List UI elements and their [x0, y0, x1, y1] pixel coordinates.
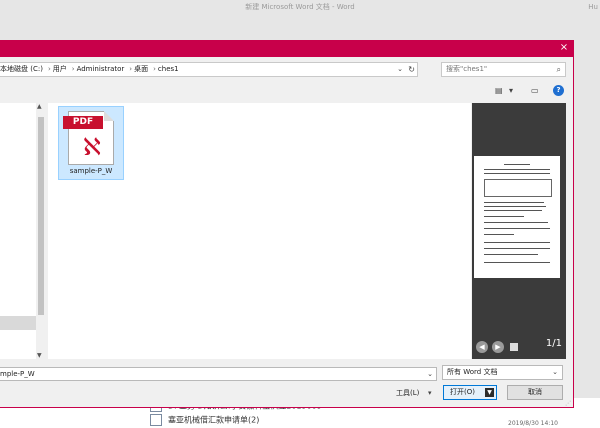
scroll-up-icon[interactable]: ▲ [37, 103, 42, 110]
chevron-down-icon[interactable]: ⌄ [427, 368, 433, 380]
resize-grip-icon[interactable]: ⋰ [565, 400, 571, 407]
cancel-button[interactable]: 取消 [507, 385, 563, 400]
page-counter: 1/1 [545, 338, 562, 349]
navigation-scrollbar[interactable]: ▲ ▼ [36, 103, 46, 359]
close-button[interactable]: × [558, 42, 570, 54]
preview-pane-icon[interactable]: ▭ [531, 85, 539, 97]
recent-document-date: 2019/8/30 14:10 [508, 420, 558, 427]
search-placeholder: 搜索"ches1" [446, 65, 488, 73]
file-name: sample-P_W [69, 167, 113, 175]
chevron-down-icon[interactable]: ⌄ [397, 63, 403, 76]
filename-input[interactable]: mple-P_W ⌄ [0, 367, 437, 381]
tools-dropdown-icon[interactable]: ▾ [428, 387, 432, 399]
search-input[interactable]: 搜索"ches1" ⌕ [441, 62, 566, 77]
chevron-right-icon[interactable]: › [72, 65, 75, 73]
open-button[interactable]: 打开(O) ▼ [443, 385, 497, 400]
open-split-dropdown-icon[interactable]: ▼ [485, 388, 494, 397]
tools-button[interactable]: 工具(L) [396, 387, 419, 399]
preview-pane: ◀ ▶ 1/1 [472, 103, 566, 359]
breadcrumb: 本地磁盘 (C:) › 用户 › Administrator › 桌面 › ches1 [0, 63, 181, 76]
pdf-badge: PDF [63, 116, 103, 129]
chevron-down-icon[interactable]: ▾ [509, 85, 513, 97]
breadcrumb-ches1[interactable]: ches1 [158, 65, 179, 73]
filename-value: mple-P_W [0, 370, 35, 378]
document-icon [150, 414, 162, 426]
next-page-icon[interactable]: ▶ [492, 341, 504, 353]
acrobat-logo-icon: ℵ [83, 133, 101, 161]
chevron-right-icon[interactable]: › [48, 65, 51, 73]
filetype-value: 所有 Word 文档 [447, 368, 498, 376]
view-options-icon[interactable]: ▤ [495, 85, 503, 97]
refresh-icon[interactable]: ↻ [408, 63, 415, 76]
search-icon[interactable]: ⌕ [557, 63, 561, 76]
recent-document-item[interactable]: 塞亚机械借汇款申请单(2) [150, 414, 259, 426]
chevron-down-icon: ⌄ [552, 368, 558, 376]
navigation-selected-item[interactable] [0, 316, 36, 330]
account-user[interactable]: Hu [588, 0, 598, 14]
breadcrumb-administrator[interactable]: Administrator [77, 65, 125, 73]
open-label: 打开(O) [450, 388, 475, 396]
chevron-right-icon[interactable]: › [129, 65, 132, 73]
scroll-down-icon[interactable]: ▼ [37, 352, 42, 359]
file-item[interactable]: PDF ℵ sample-P_W [58, 106, 124, 180]
pdf-file-icon: PDF ℵ [63, 111, 114, 165]
breadcrumb-desktop[interactable]: 桌面 [134, 65, 148, 73]
dialog-titlebar[interactable]: × [0, 40, 574, 57]
close-icon: × [559, 42, 569, 53]
previous-page-icon[interactable]: ◀ [476, 341, 488, 353]
breadcrumb-users[interactable]: 用户 [53, 65, 67, 73]
preview-page-thumbnail [474, 156, 560, 278]
address-bar[interactable]: 本地磁盘 (C:) › 用户 › Administrator › 桌面 › ches1 ⌄ ↻ [0, 62, 418, 77]
page-icon[interactable] [510, 343, 518, 351]
open-file-dialog: × 本地磁盘 (C:) › 用户 › Administrator › 桌面 › ches1 ⌄ … [0, 40, 574, 408]
filetype-select[interactable]: 所有 Word 文档 ⌄ [442, 365, 563, 380]
app-title: 新建 Microsoft Word 文档 - Word [245, 3, 355, 11]
scrollbar-thumb[interactable] [38, 117, 44, 315]
breadcrumb-drive[interactable]: 本地磁盘 (C:) [0, 65, 43, 73]
preview-scrollbar[interactable] [566, 103, 573, 359]
navigation-pane[interactable]: ▲ ▼ [0, 103, 46, 359]
help-icon[interactable]: ? [553, 85, 564, 96]
chevron-right-icon[interactable]: › [153, 65, 156, 73]
file-list: PDF ℵ sample-P_W [48, 103, 471, 359]
